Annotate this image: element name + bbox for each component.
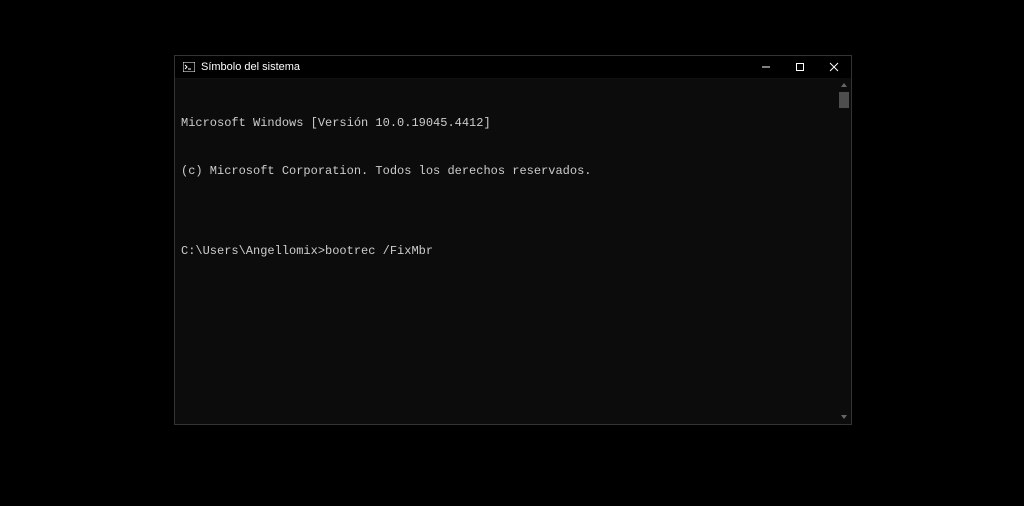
- terminal-line: Microsoft Windows [Versión 10.0.19045.44…: [181, 115, 845, 131]
- minimize-button[interactable]: [749, 56, 783, 78]
- close-button[interactable]: [817, 56, 851, 78]
- titlebar[interactable]: Símbolo del sistema: [175, 56, 851, 79]
- scroll-thumb[interactable]: [839, 92, 849, 108]
- titlebar-left: Símbolo del sistema: [183, 61, 300, 73]
- terminal-line: (c) Microsoft Corporation. Todos los der…: [181, 163, 845, 179]
- titlebar-controls: [749, 56, 851, 78]
- vertical-scrollbar[interactable]: [837, 78, 851, 424]
- scroll-up-arrow[interactable]: [837, 78, 851, 92]
- window-title: Símbolo del sistema: [201, 61, 300, 73]
- terminal-line: C:\Users\Angellomix>bootrec /FixMbr: [181, 243, 845, 259]
- command-prompt-window: Símbolo del sistema Microsoft Wind: [174, 55, 852, 425]
- terminal-output[interactable]: Microsoft Windows [Versión 10.0.19045.44…: [175, 79, 851, 424]
- maximize-button[interactable]: [783, 56, 817, 78]
- scroll-down-arrow[interactable]: [837, 410, 851, 424]
- cmd-icon: [183, 62, 195, 72]
